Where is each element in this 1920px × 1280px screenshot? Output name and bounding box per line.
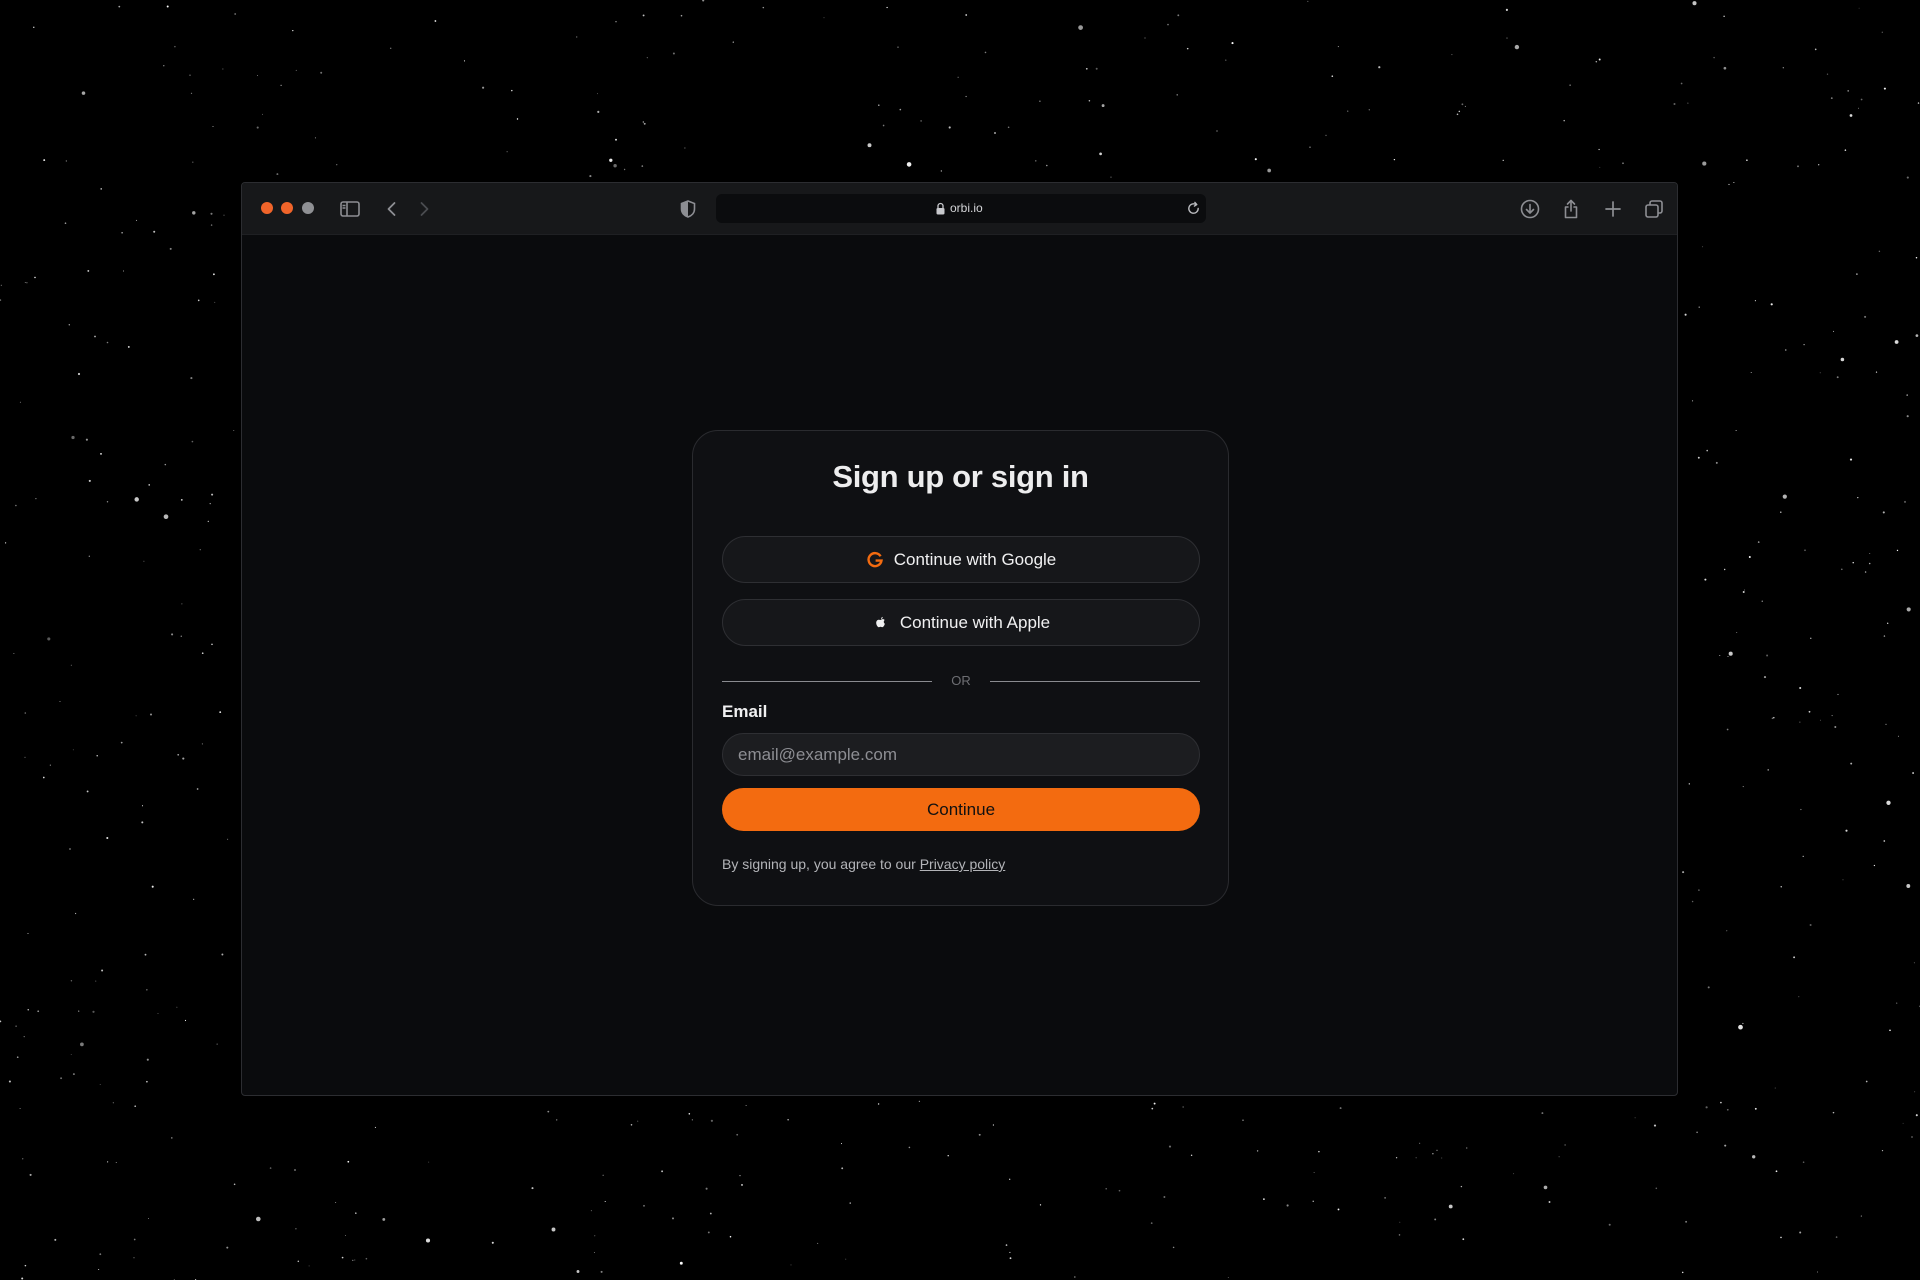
share-icon[interactable] — [1559, 197, 1583, 221]
back-icon[interactable] — [380, 197, 404, 221]
new-tab-icon[interactable] — [1601, 197, 1625, 221]
auth-card: Sign up or sign in Continue with Google … — [692, 430, 1229, 906]
divider-line-right — [990, 681, 1200, 682]
privacy-policy-link[interactable]: Privacy policy — [920, 856, 1006, 872]
browser-toolbar: orbi.io — [242, 183, 1677, 235]
address-bar[interactable]: orbi.io — [716, 194, 1206, 223]
apple-icon — [876, 616, 885, 627]
tabs-overview-icon[interactable] — [1642, 197, 1666, 221]
continue-with-google-button[interactable]: Continue with Google — [722, 536, 1200, 583]
shield-icon[interactable] — [676, 197, 700, 221]
sidebar-icon[interactable] — [338, 197, 362, 221]
email-input[interactable] — [722, 733, 1200, 776]
google-button-label: Continue with Google — [893, 549, 1057, 569]
download-icon[interactable] — [1518, 197, 1542, 221]
or-divider: OR — [722, 672, 1200, 690]
continue-with-apple-button[interactable]: Continue with Apple — [722, 599, 1200, 646]
forward-icon[interactable] — [412, 197, 436, 221]
address-url: orbi.io — [950, 201, 983, 215]
page-title: Sign up or sign in — [832, 459, 1089, 494]
lock-icon — [935, 202, 946, 215]
terms-prefix: By signing up, you agree to our — [722, 856, 920, 872]
browser-window: orbi.io Sign up or sign in Continue with… — [241, 182, 1678, 1096]
zoom-window-button[interactable] — [302, 202, 314, 214]
reload-icon[interactable] — [1186, 201, 1201, 216]
email-label: Email — [722, 702, 768, 721]
google-icon — [867, 551, 883, 567]
close-window-button[interactable] — [261, 202, 273, 214]
terms-text: By signing up, you agree to our Privacy … — [722, 856, 1005, 872]
continue-button[interactable]: Continue — [722, 788, 1200, 831]
minimize-window-button[interactable] — [281, 202, 293, 214]
apple-button-label: Continue with Apple — [899, 612, 1051, 632]
